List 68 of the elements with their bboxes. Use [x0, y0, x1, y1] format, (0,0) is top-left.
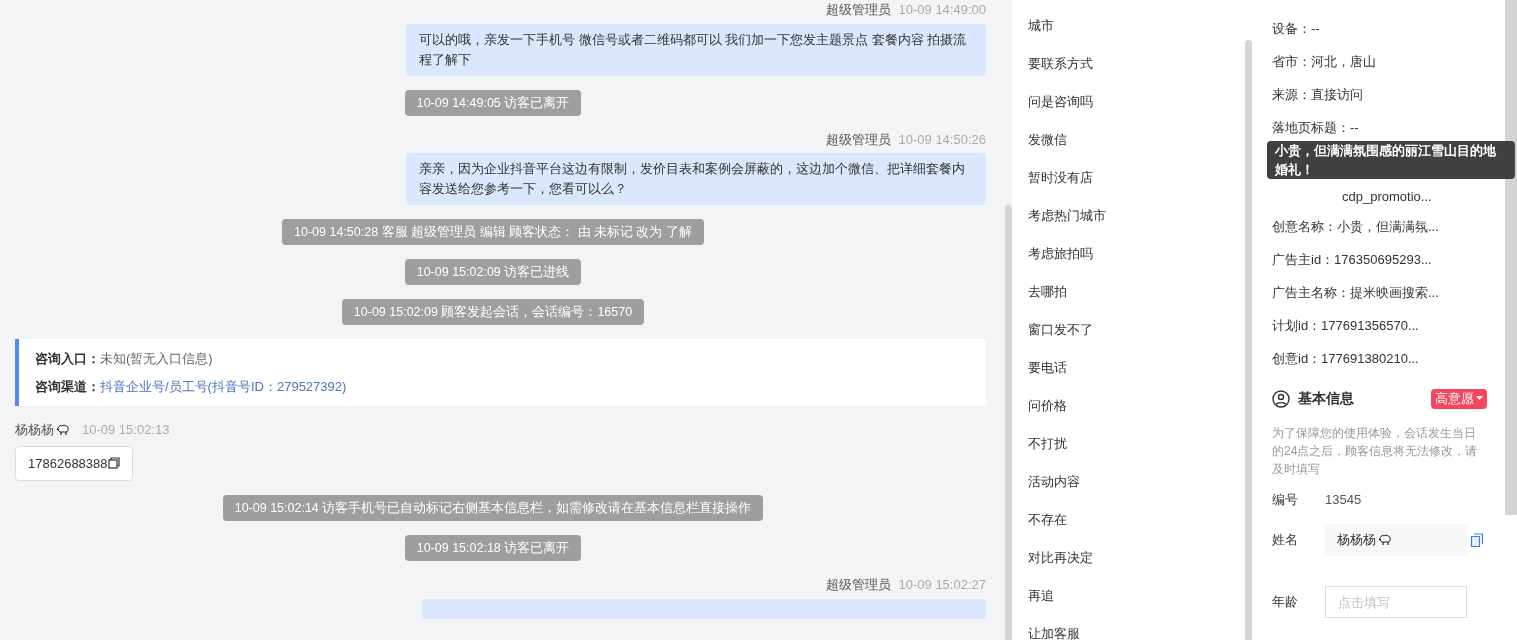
name-value: 杨杨杨 [1337, 531, 1376, 550]
scrollbar[interactable] [1505, 0, 1517, 640]
quick-reply-item[interactable]: 不存在 [1028, 510, 1245, 548]
system-notice: 10-09 15:02:09 访客已进线 [404, 259, 582, 285]
profile-field: 来源：直接访问 [1272, 87, 1363, 102]
profile-field: 设备：-- [1272, 21, 1320, 36]
message-bubble: 可以的哦，亲发一下手机号 微信号或者二维码都可以 我们加一下您发主题景点 套餐内容 拍摄流程了解下 [406, 23, 986, 76]
age-input[interactable]: 点击填写 [1325, 586, 1467, 618]
profile-field: 计划id：177691356570... [1272, 318, 1419, 333]
quick-reply-item[interactable]: 窗口发不了 [1028, 320, 1245, 358]
intent-dropdown[interactable]: 高意愿 [1431, 388, 1487, 409]
copy-icon[interactable] [1470, 532, 1484, 548]
field-label: 年龄 [1272, 593, 1299, 612]
notice-text: 为了保障您的使用体验，会话发生当日的24点之后，顾客信息将无法修改，请及时填写 [1272, 425, 1479, 478]
quick-reply-item[interactable]: 问是咨询吗 [1028, 92, 1245, 130]
field-label: 姓名 [1272, 531, 1299, 550]
caret-icon [1476, 396, 1483, 401]
quick-reply-item[interactable]: 要电话 [1028, 358, 1245, 396]
quick-reply-item[interactable]: 要联系方式 [1028, 54, 1245, 92]
quick-reply-item[interactable]: 对比再决定 [1028, 548, 1245, 586]
quick-reply-item[interactable]: 再追 [1028, 586, 1245, 624]
copy-icon[interactable] [107, 457, 120, 470]
quick-reply-item[interactable]: 不打扰 [1028, 434, 1245, 472]
field-label: 编号 [1272, 491, 1299, 510]
profile-field: 创意名称：小贵，但满满氛... [1272, 219, 1439, 234]
quick-reply-item[interactable]: 考虑旅拍吗 [1028, 244, 1245, 282]
section-title: 基本信息 [1298, 389, 1354, 408]
field-value: 13545 [1325, 491, 1362, 510]
scrollbar-thumb[interactable] [1005, 205, 1012, 640]
quick-reply-item[interactable]: 活动内容 [1028, 472, 1245, 510]
sender-name: 超级管理员 [825, 1, 891, 19]
phone-number: 17862688388 [28, 454, 108, 473]
scrollbar-thumb[interactable] [1505, 0, 1517, 515]
message-time: 10-09 14:49:00 [898, 1, 986, 19]
sheep-icon [56, 423, 70, 436]
message-bubble: 亲亲，因为企业抖音平台这边有限制，发价目表和案例会屏蔽的，这边加个微信、把详细套餐内容发送给您参考一下，您看可以么？ [406, 153, 986, 205]
quick-reply-item[interactable]: 去哪拍 [1028, 282, 1245, 320]
quick-reply-item[interactable]: 让加客服 [1028, 624, 1245, 640]
profile-field: cdp_promotio... [1342, 189, 1432, 204]
name-field[interactable]: 杨杨杨 [1325, 524, 1467, 556]
sheep-icon [1378, 534, 1392, 546]
system-notice: 10-09 15:02:18 访客已离开 [404, 535, 582, 561]
quick-reply-item[interactable]: 城市 [1028, 16, 1245, 54]
profile-field: 广告主名称：提米映画搜索... [1272, 285, 1439, 300]
profile-field: 落地页标题：-- [1272, 120, 1359, 135]
user-circle-icon [1272, 389, 1290, 408]
sender-name: 杨杨杨 [15, 421, 54, 439]
info-value: 未知(暂无入口信息) [100, 350, 213, 368]
message-time: 10-09 15:02:13 [82, 421, 170, 439]
system-notice: 10-09 14:50:28 客服 超级管理员 编辑 顾客状态： 由 未标记 改为 了解 [282, 219, 704, 245]
system-notice: 10-09 15:02:14 访客手机号已自动标记右侧基本信息栏，如需修改请在基本信息栏直接操作 [222, 495, 764, 521]
profile-field: 省市：河北，唐山 [1272, 54, 1376, 69]
tooltip: 小贵，但满满氛围感的丽江雪山目的地婚礼！ [1267, 141, 1515, 179]
profile-field: 广告主id：176350695293... [1272, 252, 1432, 267]
quick-reply-item[interactable]: 问价格 [1028, 396, 1245, 434]
sender-name: 超级管理员 [825, 130, 891, 149]
message-time: 10-09 14:50:26 [898, 130, 986, 149]
quick-reply-item[interactable]: 考虑热门城市 [1028, 206, 1245, 244]
info-label: 咨询入口： [35, 350, 100, 368]
quick-reply-item[interactable]: 暂时没有店 [1028, 168, 1245, 206]
quick-reply-item[interactable]: 发微信 [1028, 130, 1245, 168]
message-time: 10-09 15:02:27 [898, 576, 986, 594]
sender-name: 超级管理员 [825, 576, 891, 594]
system-notice: 10-09 14:49:05 访客已离开 [404, 89, 582, 116]
info-label: 咨询渠道： [35, 377, 100, 396]
channel-link[interactable]: 抖音企业号/员工号(抖音号ID：279527392) [100, 376, 347, 396]
profile-field: 创意id：177691380210... [1272, 351, 1419, 366]
system-notice: 10-09 15:02:09 顾客发起会话，会话编号：16570 [341, 299, 645, 325]
